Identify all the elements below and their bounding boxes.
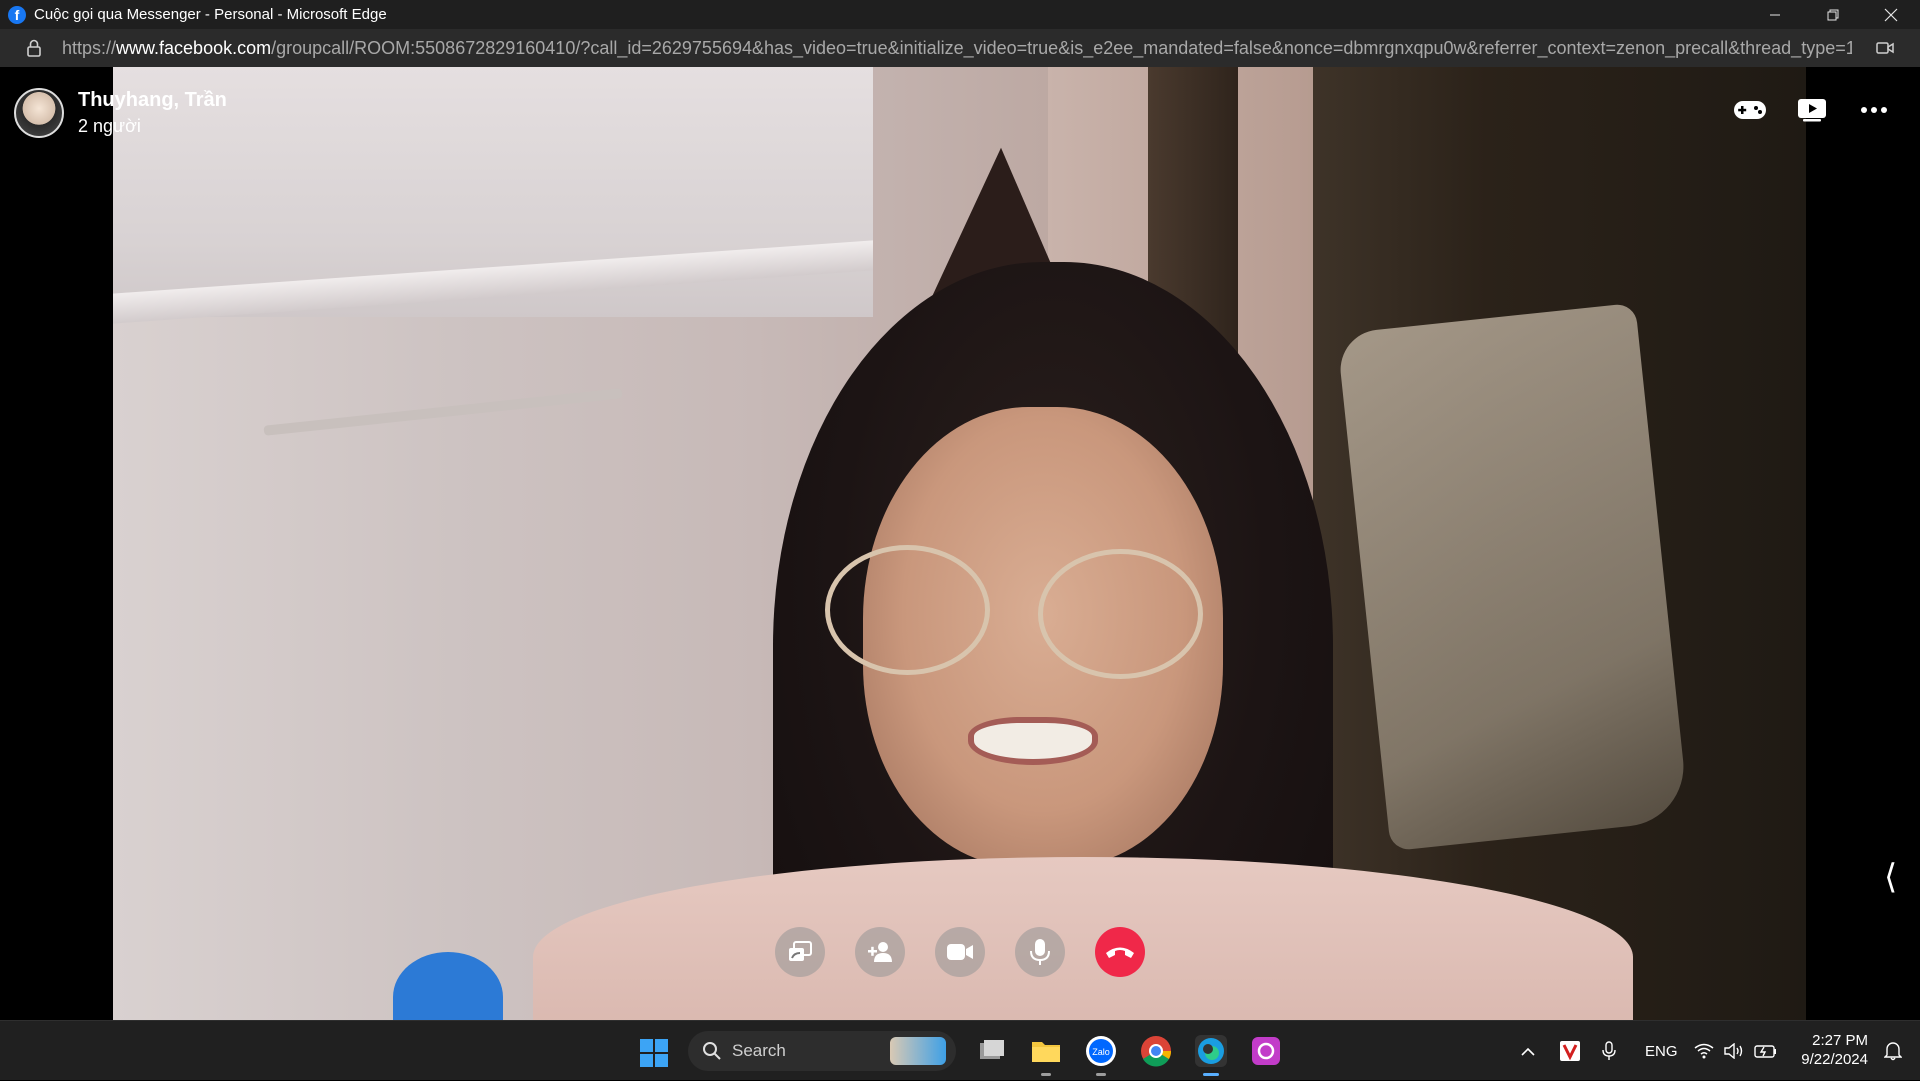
share-screen-button[interactable] <box>775 927 825 977</box>
clock-time: 2:27 PM <box>1812 1032 1868 1049</box>
avatar[interactable] <box>14 88 64 138</box>
more-options-button[interactable] <box>1856 95 1892 125</box>
tray-mic[interactable] <box>1602 1021 1616 1081</box>
add-person-icon <box>868 942 892 962</box>
zalo-icon: Zalo <box>1086 1036 1116 1066</box>
bell-icon <box>1883 1042 1903 1061</box>
game-controller-icon <box>1734 101 1766 119</box>
edge-app[interactable] <box>1195 1035 1227 1076</box>
address-bar[interactable]: https://www.facebook.com/groupcall/ROOM:… <box>0 29 1920 67</box>
microphone-icon <box>1030 939 1050 965</box>
camera-permission-icon[interactable] <box>1876 40 1894 56</box>
url-path: /groupcall/ROOM:5508672829160410/?call_i… <box>271 37 1852 58</box>
share-screen-icon <box>789 941 812 961</box>
end-call-button[interactable] <box>1095 927 1145 977</box>
microphone-button[interactable] <box>1015 927 1065 977</box>
video-toggle-button[interactable] <box>935 927 985 977</box>
remote-video <box>113 67 1806 1020</box>
language-indicator[interactable]: ENG <box>1645 1021 1678 1081</box>
edge-icon <box>1198 1038 1224 1064</box>
file-manager-app[interactable] <box>976 1035 1008 1067</box>
chrome-app[interactable] <box>1140 1035 1172 1067</box>
microphone-tray-icon <box>1602 1041 1616 1060</box>
lock-icon[interactable] <box>24 38 44 58</box>
photo-app[interactable] <box>1250 1035 1282 1067</box>
window-controls <box>1746 0 1920 29</box>
wifi-icon <box>1694 1043 1714 1059</box>
video-camera-icon <box>947 944 973 960</box>
call-controls <box>775 927 1145 977</box>
close-button[interactable] <box>1862 0 1920 29</box>
side-panel-toggle[interactable]: ⟨ <box>1884 857 1897 897</box>
url-domain: www.facebook.com <box>116 37 272 58</box>
add-person-button[interactable] <box>855 927 905 977</box>
restore-icon <box>1827 9 1839 20</box>
vivaldi-icon <box>1560 1041 1580 1061</box>
taskbar: Search Zalo ENG 2:27 PM 9/22/2024 <box>0 1020 1920 1080</box>
photo-app-icon <box>1252 1037 1280 1065</box>
chevron-up-icon <box>1521 1047 1535 1056</box>
file-manager-icon <box>980 1040 1004 1059</box>
url-text[interactable]: https://www.facebook.com/groupcall/ROOM:… <box>62 38 1852 59</box>
file-explorer-app[interactable] <box>1030 1035 1062 1076</box>
search-label: Search <box>732 1041 786 1060</box>
volume-status[interactable] <box>1724 1021 1744 1081</box>
svg-text:Zalo: Zalo <box>1092 1047 1110 1057</box>
battery-charging-icon <box>1754 1045 1776 1058</box>
window-title: Cuộc gọi qua Messenger - Personal - Micr… <box>34 6 387 23</box>
call-area: Thuyhang, Trần 2 người ⟨ <box>0 67 1920 1020</box>
game-controller-button[interactable] <box>1732 95 1768 125</box>
zalo-app[interactable]: Zalo <box>1085 1035 1117 1076</box>
more-options-icon <box>1861 107 1887 113</box>
taskbar-search[interactable]: Search <box>688 1031 956 1071</box>
battery-status[interactable] <box>1754 1021 1778 1081</box>
notifications-button[interactable] <box>1883 1041 1903 1066</box>
screen-share-play-icon <box>1798 99 1826 122</box>
facebook-icon: f <box>8 5 26 24</box>
screen-share-play-button[interactable] <box>1794 95 1830 125</box>
url-prefix: https:// <box>62 37 117 58</box>
restore-button[interactable] <box>1804 0 1862 29</box>
windows-start-icon[interactable] <box>640 1039 668 1067</box>
end-call-icon <box>1106 947 1134 958</box>
search-highlight-image <box>890 1037 946 1065</box>
call-header: Thuyhang, Trần 2 người <box>14 88 227 138</box>
tray-overflow[interactable] <box>1520 1021 1536 1081</box>
speaker-icon <box>1724 1043 1743 1059</box>
wifi-status[interactable] <box>1694 1021 1714 1081</box>
folder-icon <box>1032 1042 1060 1062</box>
close-icon <box>1884 8 1898 21</box>
clock[interactable]: 2:27 PM 9/22/2024 <box>1801 1031 1868 1069</box>
contact-name: Thuyhang, Trần <box>78 89 227 111</box>
tray-app-v[interactable] <box>1560 1021 1580 1081</box>
minimize-button[interactable] <box>1746 0 1804 29</box>
search-icon <box>703 1042 721 1060</box>
clock-date: 9/22/2024 <box>1801 1051 1868 1068</box>
window-titlebar: f Cuộc gọi qua Messenger - Personal - Mi… <box>0 0 1920 29</box>
minimize-icon <box>1770 14 1780 15</box>
participant-count: 2 người <box>78 116 141 136</box>
call-top-actions <box>1732 95 1892 125</box>
chrome-icon <box>1141 1036 1172 1067</box>
